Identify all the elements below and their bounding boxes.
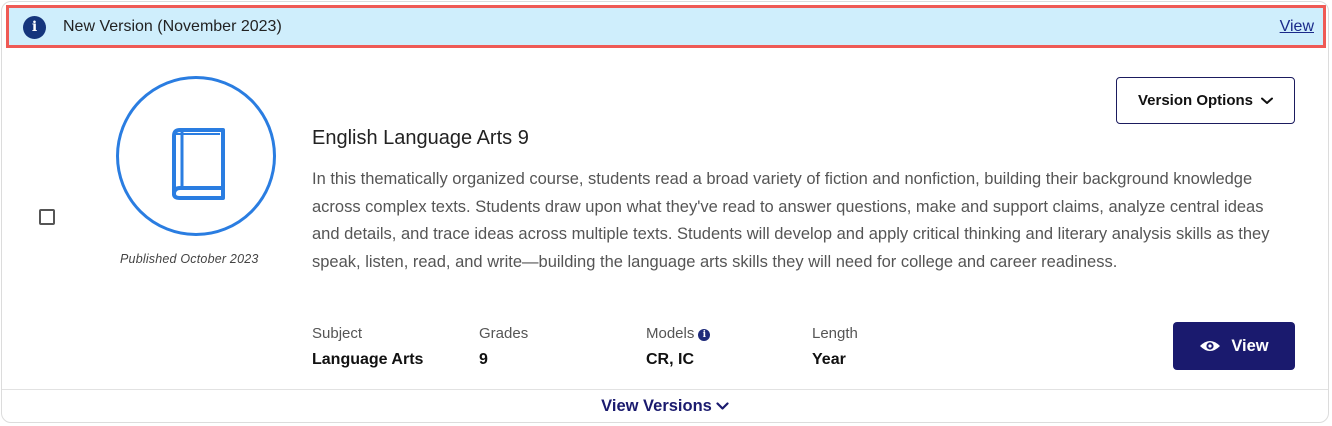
models-info-icon[interactable]: i bbox=[698, 329, 711, 341]
models-label-group: Models i bbox=[646, 325, 711, 342]
view-versions-label: View Versions bbox=[601, 397, 712, 415]
view-course-button[interactable]: View bbox=[1173, 322, 1295, 370]
info-icon: i bbox=[23, 16, 46, 39]
eye-icon bbox=[1200, 341, 1221, 351]
book-icon bbox=[172, 128, 225, 200]
banner-text: New Version (November 2023) bbox=[63, 18, 282, 35]
course-title: English Language Arts 9 bbox=[312, 127, 529, 149]
version-options-button[interactable]: Version Options bbox=[1116, 77, 1295, 124]
models-label: Models bbox=[646, 325, 695, 342]
chevron-down-icon bbox=[1261, 97, 1274, 104]
models-value: CR, IC bbox=[646, 351, 694, 368]
subject-label: Subject bbox=[312, 325, 363, 342]
view-versions-toggle[interactable]: View Versions bbox=[2, 397, 1328, 416]
new-version-banner: i New Version (November 2023) View bbox=[6, 5, 1326, 48]
banner-view-link[interactable]: View bbox=[1280, 18, 1314, 36]
grades-value: 9 bbox=[479, 351, 488, 368]
subject-value: Language Arts bbox=[312, 351, 424, 368]
version-options-label: Version Options bbox=[1137, 92, 1254, 109]
grades-label: Grades bbox=[479, 325, 529, 342]
length-label: Length bbox=[812, 325, 858, 342]
published-date: Published October 2023 bbox=[120, 252, 259, 266]
course-cover bbox=[116, 76, 276, 236]
view-button-label: View bbox=[1231, 336, 1269, 355]
length-value: Year bbox=[812, 351, 846, 368]
course-card: i New Version (November 2023) View Publi… bbox=[1, 1, 1329, 423]
select-course-checkbox[interactable] bbox=[39, 209, 55, 225]
chevron-down-icon bbox=[716, 402, 729, 410]
card-divider bbox=[2, 389, 1328, 390]
course-description: In this thematically organized course, s… bbox=[312, 170, 1270, 271]
